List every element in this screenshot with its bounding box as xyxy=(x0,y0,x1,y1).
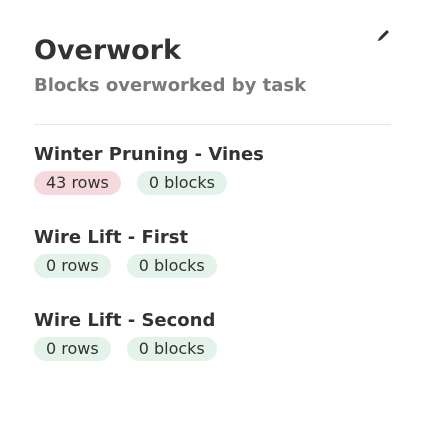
task-name: Winter Pruning - Vines xyxy=(34,144,264,165)
edit-button[interactable] xyxy=(371,24,395,48)
blocks-chip: 0 blocks xyxy=(126,254,217,278)
widget-title: Overwork xyxy=(34,35,181,66)
task-name: Wire Lift - Second xyxy=(34,310,216,331)
widget-subtitle: Blocks overworked by task xyxy=(34,75,307,96)
overwork-card: Overwork Blocks overworked by task Winte… xyxy=(0,0,421,426)
task-item-wire-lift-first: Wire Lift - First 0 rows 0 blocks xyxy=(34,226,387,278)
pencil-icon xyxy=(377,30,389,42)
task-chips: 43 rows 0 blocks xyxy=(34,171,387,195)
task-name: Wire Lift - First xyxy=(34,227,189,248)
rows-chip: 43 rows xyxy=(34,171,121,195)
rows-chip: 0 rows xyxy=(34,337,111,361)
task-item-winter-pruning: Winter Pruning - Vines 43 rows 0 blocks xyxy=(34,143,387,195)
divider xyxy=(34,124,391,125)
task-item-wire-lift-second: Wire Lift - Second 0 rows 0 blocks xyxy=(34,309,387,361)
task-chips: 0 rows 0 blocks xyxy=(34,254,387,278)
task-chips: 0 rows 0 blocks xyxy=(34,337,387,361)
blocks-chip: 0 blocks xyxy=(126,337,217,361)
rows-chip: 0 rows xyxy=(34,254,111,278)
blocks-chip: 0 blocks xyxy=(136,171,227,195)
